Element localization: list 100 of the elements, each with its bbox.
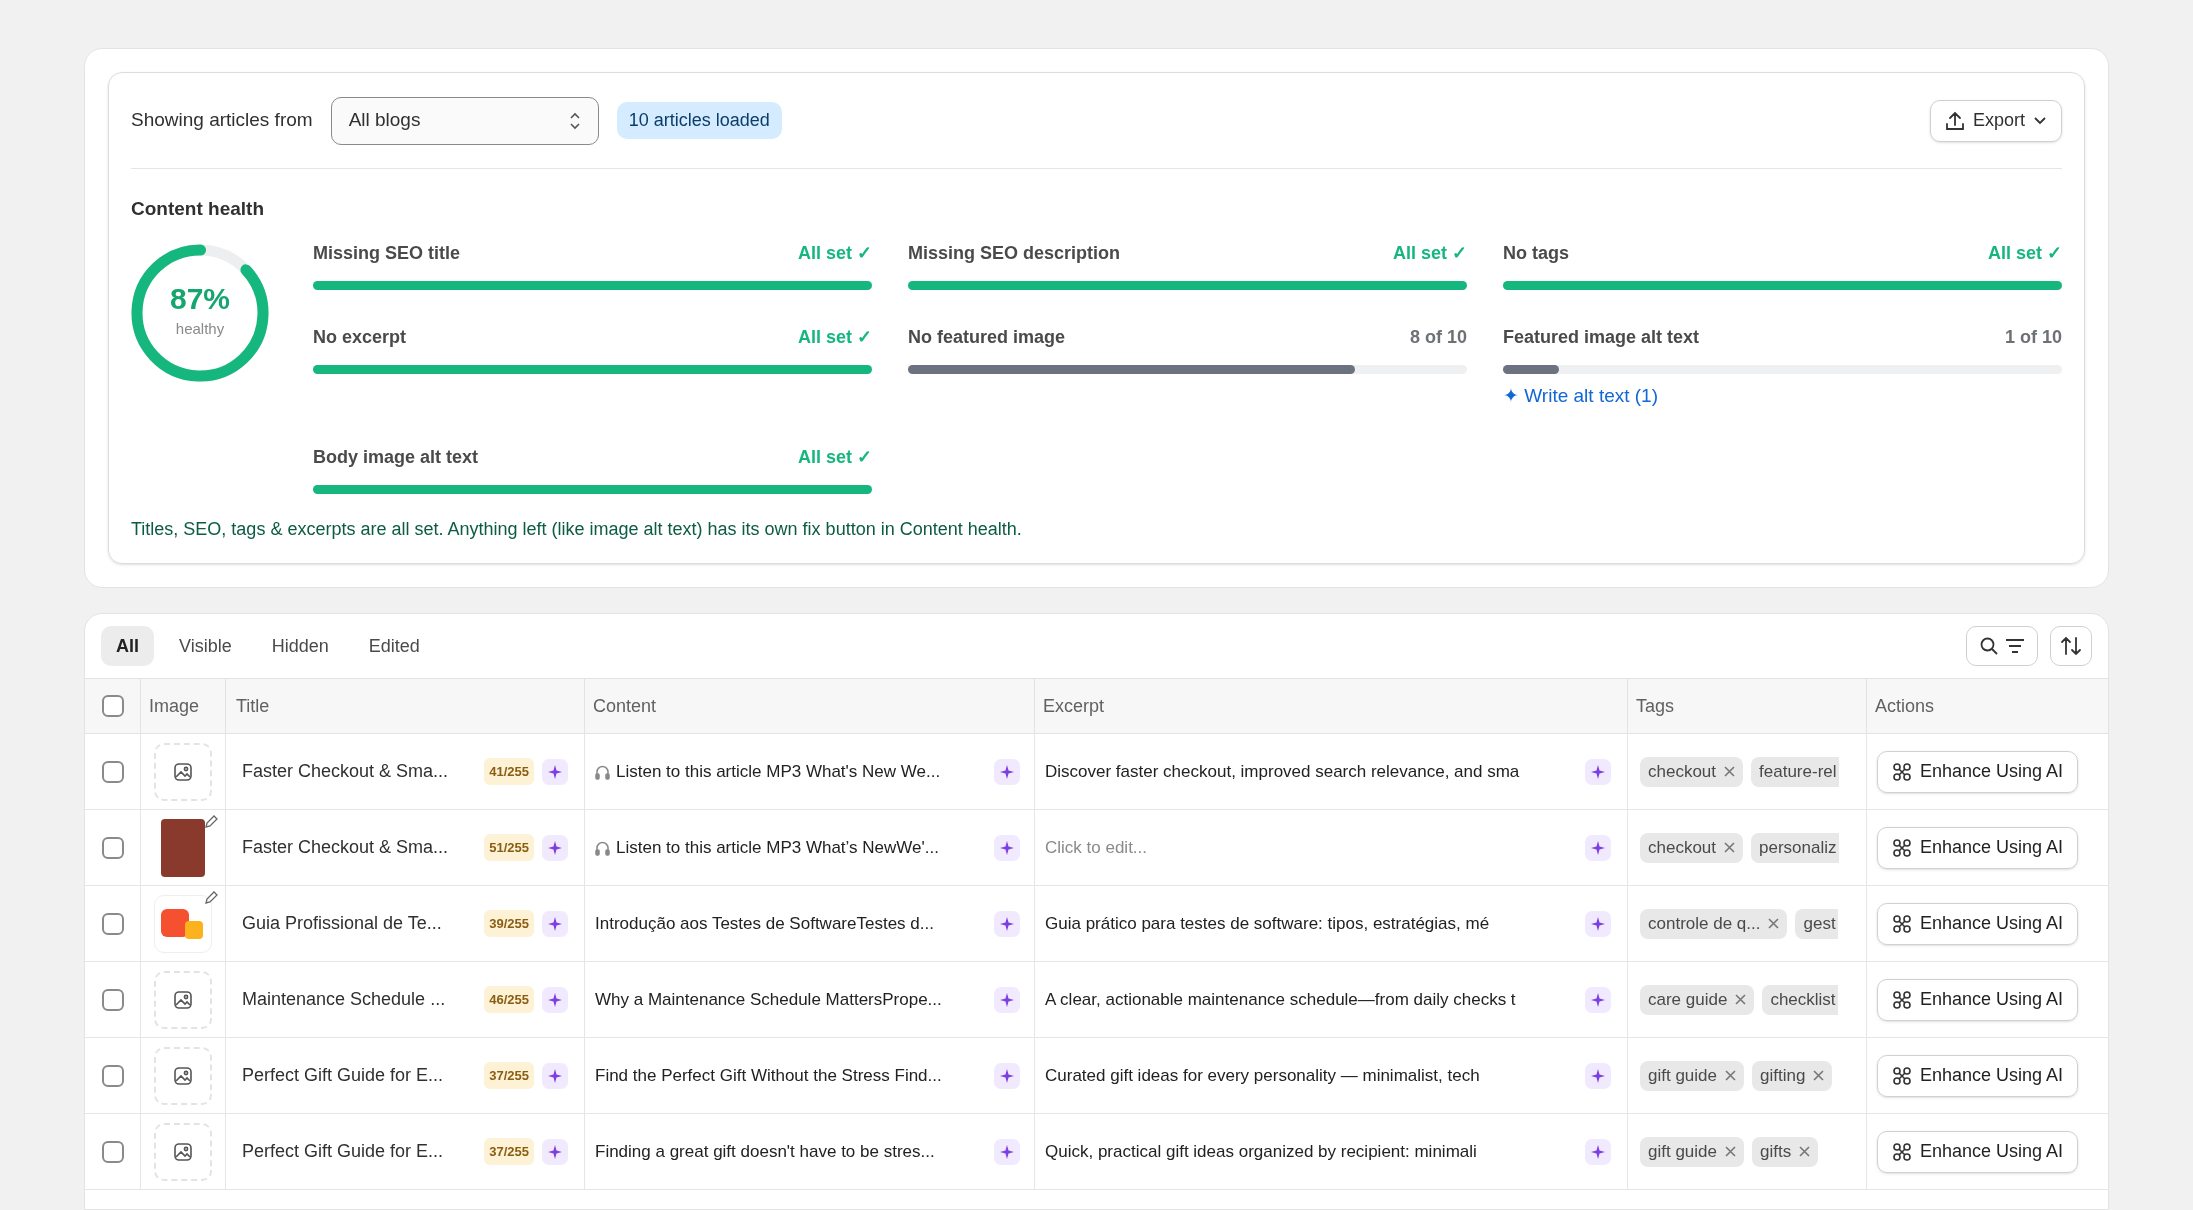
thumbnail[interactable] <box>154 894 212 953</box>
tag-chip[interactable]: gifting <box>1752 1060 1833 1091</box>
ai-sparkle-button[interactable] <box>1585 1138 1611 1165</box>
ai-sparkle-button[interactable] <box>994 1138 1020 1165</box>
sparkle-icon <box>1000 1068 1014 1083</box>
ai-sparkle-button[interactable] <box>542 1138 568 1165</box>
tag-chip[interactable]: gift guide <box>1640 1060 1744 1091</box>
enhance-ai-button[interactable]: Enhance Using AI <box>1877 750 2079 793</box>
tag-chip[interactable]: gest <box>1795 908 1838 939</box>
title-text[interactable]: Guia Profissional de Te... <box>242 910 477 937</box>
blog-select[interactable]: All blogs <box>330 96 599 145</box>
image-placeholder[interactable] <box>154 970 212 1029</box>
enhance-ai-button[interactable]: Enhance Using AI <box>1877 1054 2079 1097</box>
ai-sparkle-button[interactable] <box>542 834 568 861</box>
enhance-ai-button[interactable]: Enhance Using AI <box>1877 902 2079 945</box>
content-text[interactable]: Listen to this article MP3 What's New We... <box>616 758 988 785</box>
remove-tag-icon[interactable] <box>1768 918 1780 929</box>
ai-sparkle-button[interactable] <box>1585 758 1611 785</box>
title-text[interactable]: Perfect Gift Guide for E... <box>242 1138 477 1165</box>
photo-placeholder[interactable] <box>161 818 205 877</box>
tag-chip[interactable]: checkout <box>1640 832 1744 863</box>
remove-tag-icon[interactable] <box>1813 1070 1825 1081</box>
ai-sparkle-button[interactable] <box>994 834 1020 861</box>
remove-tag-icon[interactable] <box>1725 1146 1736 1157</box>
remove-tag-icon[interactable] <box>1735 994 1747 1005</box>
excerpt-text[interactable]: Quick, practical gift ideas organized by recipient: minimali <box>1045 1138 1577 1165</box>
checkbox[interactable] <box>101 836 124 859</box>
pencil-icon[interactable] <box>203 814 219 830</box>
tag-chip[interactable]: gift guide <box>1640 1136 1744 1167</box>
remove-tag-icon[interactable] <box>1799 1146 1811 1157</box>
tag-chip[interactable]: checklist <box>1762 984 1838 1015</box>
tag-chip[interactable]: checkout <box>1640 756 1744 787</box>
ai-sparkle-button[interactable] <box>542 910 568 937</box>
nodes-icon <box>1892 1141 1912 1162</box>
checkbox[interactable] <box>101 1064 124 1087</box>
enhance-ai-button[interactable]: Enhance Using AI <box>1877 978 2079 1021</box>
column-header: Title <box>236 694 270 718</box>
tag-chip[interactable]: care guide <box>1640 984 1755 1015</box>
ai-sparkle-button[interactable] <box>994 986 1020 1013</box>
image-placeholder[interactable] <box>154 742 212 801</box>
write-alt-text-link[interactable]: ✦ Write alt text (1) <box>1503 381 1658 410</box>
content-text[interactable]: Finding a great gift doesn't have to be stres... <box>595 1138 988 1165</box>
column-header: Actions <box>1875 694 1935 718</box>
checkbox[interactable] <box>101 760 124 783</box>
ai-sparkle-button[interactable] <box>542 986 568 1013</box>
remove-tag-icon[interactable] <box>1724 766 1736 777</box>
search-filter-button[interactable] <box>1966 626 2038 666</box>
filter-tab[interactable]: Visible <box>164 626 247 666</box>
remove-tag-icon[interactable] <box>1724 842 1736 853</box>
excerpt-placeholder[interactable]: Click to edit... <box>1045 834 1577 861</box>
enhance-ai-button[interactable]: Enhance Using AI <box>1877 826 2079 869</box>
checkbox[interactable] <box>101 988 124 1011</box>
title-text[interactable]: Maintenance Schedule ... <box>242 986 477 1013</box>
tag-chip[interactable]: feature-rel <box>1751 756 1839 787</box>
ai-sparkle-button[interactable] <box>542 758 568 785</box>
character-count: 46/255 <box>484 985 534 1014</box>
metric-status: 1 of 10 <box>2004 325 2062 349</box>
character-count: 39/255 <box>484 909 534 938</box>
image-placeholder[interactable] <box>154 1046 212 1105</box>
content-text[interactable]: Find the Perfect Gift Without the Stress Find... <box>595 1062 988 1089</box>
filter-tab[interactable]: All <box>101 626 154 666</box>
enhance-ai-button[interactable]: Enhance Using AI <box>1877 1130 2079 1173</box>
content-text[interactable]: Why a Maintenance Schedule MattersPrope... <box>595 986 988 1013</box>
content-text[interactable]: Listen to this article MP3 What’s NewWe'... <box>616 834 988 861</box>
ai-sparkle-button[interactable] <box>994 1062 1020 1089</box>
title-text[interactable]: Faster Checkout & Sma... <box>242 758 477 785</box>
ai-sparkle-button[interactable] <box>1585 1062 1611 1089</box>
content-text[interactable]: Introdução aos Testes de SoftwareTestes d... <box>595 910 988 937</box>
ai-sparkle-button[interactable] <box>1585 910 1611 937</box>
excerpt-text[interactable]: A clear, actionable maintenance schedule—from daily checks t <box>1045 986 1577 1013</box>
checkbox[interactable] <box>101 695 124 717</box>
tag-chip[interactable]: controle de q... <box>1640 908 1788 939</box>
checkbox[interactable] <box>101 1140 124 1163</box>
filter-label: Showing articles from <box>131 108 313 133</box>
ai-sparkle-button[interactable] <box>994 758 1020 785</box>
title-text[interactable]: Perfect Gift Guide for E... <box>242 1062 477 1089</box>
pencil-icon[interactable] <box>203 890 219 906</box>
remove-tag-icon[interactable] <box>1725 1070 1736 1081</box>
image-icon <box>173 989 193 1010</box>
ai-sparkle-button[interactable] <box>542 1062 568 1089</box>
ai-sparkle-button[interactable] <box>1585 986 1611 1013</box>
shapes-icon <box>161 906 205 941</box>
nodes-icon <box>1892 761 1912 782</box>
excerpt-text[interactable]: Discover faster checkout, improved search relevance, and sma <box>1045 758 1577 785</box>
title-text[interactable]: Faster Checkout & Sma... <box>242 834 477 861</box>
tag-chip[interactable]: personaliz <box>1751 832 1839 863</box>
image-placeholder[interactable] <box>154 1122 212 1181</box>
upload-icon <box>1944 109 1965 132</box>
metric-status: All set ✓ <box>1987 241 2062 265</box>
filter-tab[interactable]: Hidden <box>256 626 344 666</box>
excerpt-text[interactable]: Guia prático para testes de software: tipos, estratégias, mé <box>1045 910 1577 937</box>
ai-sparkle-button[interactable] <box>994 910 1020 937</box>
sort-button[interactable] <box>2050 626 2092 666</box>
filter-tab[interactable]: Edited <box>353 626 435 666</box>
headphones-icon <box>595 763 610 780</box>
export-button[interactable]: Export <box>1929 99 2062 142</box>
ai-sparkle-button[interactable] <box>1585 834 1611 861</box>
checkbox[interactable] <box>101 912 124 935</box>
excerpt-text[interactable]: Curated gift ideas for every personality — minimalist, tech <box>1045 1062 1577 1089</box>
tag-chip[interactable]: gifts <box>1752 1136 1819 1167</box>
